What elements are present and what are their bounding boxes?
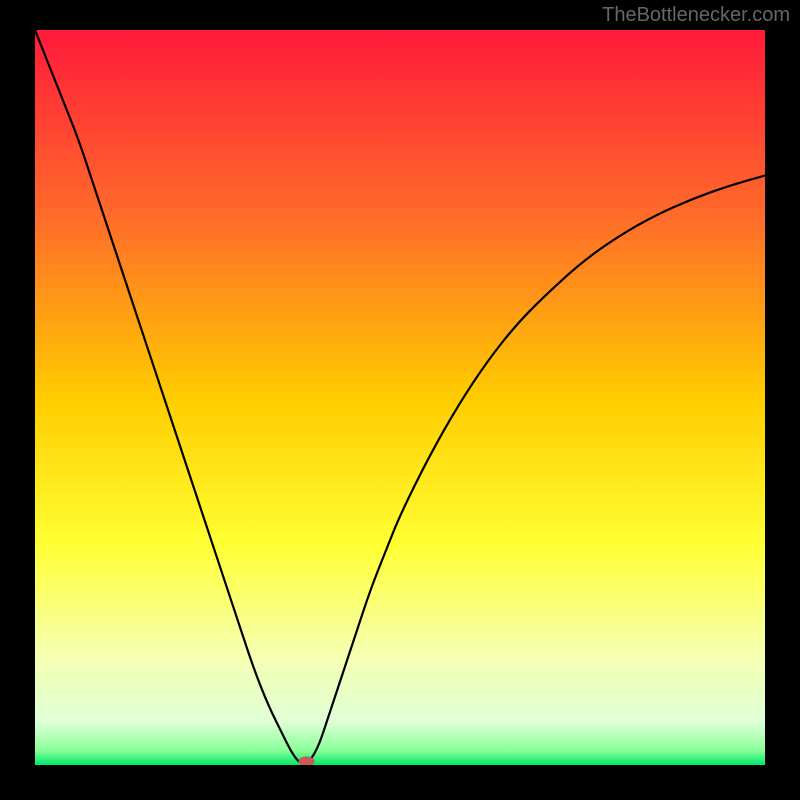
chart-svg bbox=[35, 30, 765, 765]
plot-area bbox=[35, 30, 765, 765]
gradient-background bbox=[35, 30, 765, 765]
watermark-text: TheBottlenecker.com bbox=[602, 4, 790, 27]
chart-container: TheBottlenecker.com bbox=[0, 0, 800, 800]
